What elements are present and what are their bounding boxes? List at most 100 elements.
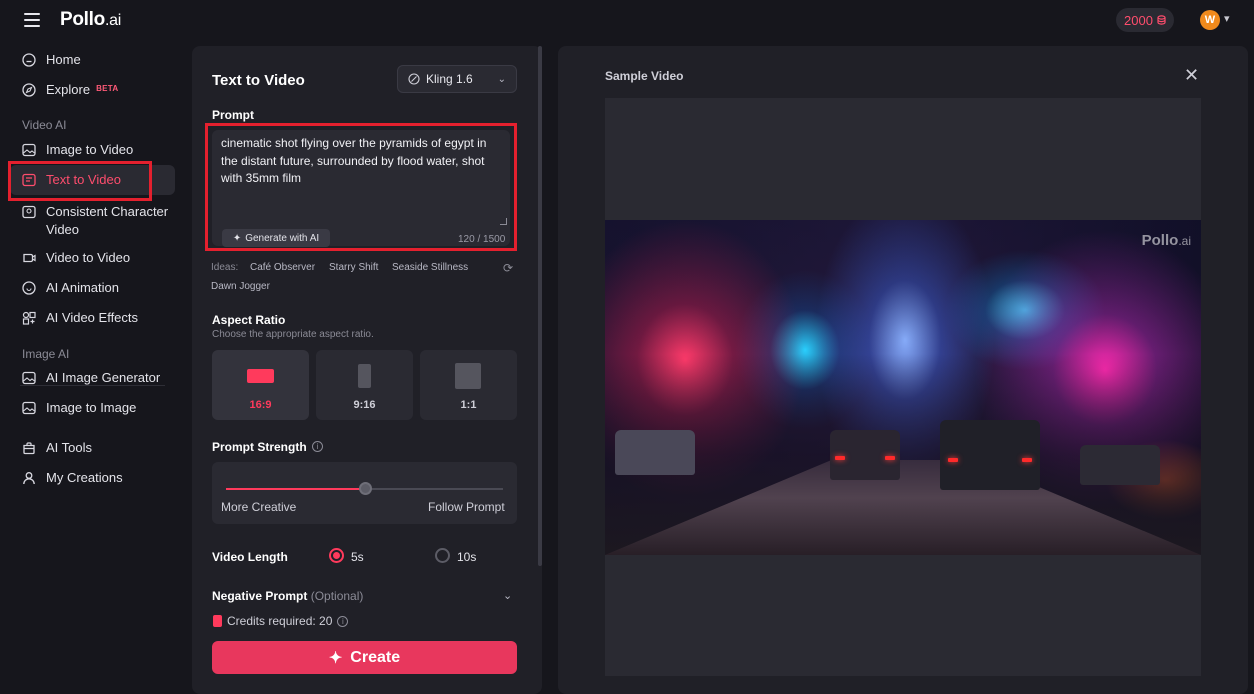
logo[interactable]: Pollo.ai (60, 9, 121, 31)
ratio-label: 16:9 (249, 399, 272, 411)
character-icon (22, 205, 36, 219)
ratio-label: 9:16 (353, 399, 376, 411)
sidebar-item-image-to-image[interactable]: Image to Image (10, 393, 175, 423)
credits-badge[interactable]: 2000 (1116, 8, 1174, 32)
top-bar: Pollo.ai 2000 W ▾ (0, 0, 1254, 42)
optional-label: (Optional) (310, 589, 364, 603)
tools-icon (22, 441, 36, 455)
avatar[interactable]: W (1200, 10, 1220, 30)
model-select[interactable]: Kling 1.6 ⌄ (397, 65, 517, 93)
chevron-down-icon[interactable]: ⌄ (503, 589, 512, 602)
sidebar-item-label: AI Video Effects (46, 310, 139, 325)
watermark-main: Pollo (1141, 232, 1179, 249)
prompt-input[interactable]: cinematic shot flying over the pyramids … (221, 135, 506, 195)
credits-required: Credits required: 20 i (213, 614, 349, 628)
model-icon (408, 73, 420, 85)
aspect-option-9-16[interactable]: 9:16 (316, 350, 413, 420)
length-radio-10s[interactable] (435, 548, 450, 563)
prompt-label: Prompt (212, 108, 254, 122)
sidebar-item-label: My Creations (46, 470, 123, 485)
page-title: Text to Video (212, 72, 305, 89)
chevron-down-icon: ⌄ (497, 73, 506, 85)
sidebar-item-label: Explore (46, 82, 91, 97)
resize-handle-icon[interactable] (500, 218, 507, 225)
sidebar-item-label: AI Tools (46, 440, 93, 455)
idea-chip[interactable]: Seaside Stillness (392, 262, 468, 273)
section-video-ai: Video AI (22, 118, 67, 132)
sidebar-item-consistent-character[interactable]: Consistent Character Video (10, 199, 175, 239)
credits-count: 2000 (1124, 12, 1153, 28)
slider-right-label: Follow Prompt (428, 500, 505, 514)
sidebar-item-ai-video-effects[interactable]: AI Video Effects (10, 303, 175, 333)
tail-light (835, 456, 845, 460)
char-count: 120 / 1500 (458, 234, 506, 245)
slider-left-label: More Creative (221, 500, 297, 514)
negative-prompt-toggle[interactable]: Negative Prompt (Optional) (212, 589, 363, 603)
image-gen-icon (22, 371, 36, 385)
sidebar-item-home[interactable]: Home (10, 45, 175, 75)
sidebar-item-ai-image-generator[interactable]: AI Image Generator (10, 363, 175, 393)
sidebar-item-my-creations[interactable]: My Creations (10, 463, 175, 493)
sidebar-item-label-line1: Consistent Character (46, 204, 169, 219)
ratio-shape (247, 369, 274, 383)
length-label-5s: 5s (351, 550, 364, 564)
chevron-down-icon[interactable]: ▾ (1224, 12, 1230, 25)
coin-icon (213, 615, 222, 627)
ratio-label: 1:1 (460, 399, 477, 411)
image-video-icon (22, 143, 36, 157)
ratio-shape (455, 363, 481, 389)
sidebar-item-label: Home (46, 52, 81, 67)
sidebar-item-explore[interactable]: Explore BETA (10, 75, 175, 105)
sample-video[interactable]: Pollo.ai (605, 220, 1201, 555)
sidebar-divider (20, 385, 165, 386)
image-image-icon (22, 401, 36, 415)
tail-light (885, 456, 895, 460)
sidebar-item-label: Consistent Character Video (46, 203, 168, 239)
watermark-suffix: .ai (1178, 234, 1191, 248)
coin-icon (1157, 15, 1166, 25)
idea-chip[interactable]: Dawn Jogger (211, 281, 270, 292)
ratio-shape (358, 364, 371, 388)
generate-with-ai-label: Generate with AI (245, 232, 320, 244)
info-icon[interactable]: i (337, 615, 349, 627)
section-image-ai: Image AI (22, 347, 70, 361)
sparkle-icon: ✦ (232, 232, 242, 244)
user-icon (22, 471, 36, 485)
aspect-ratio-label: Aspect Ratio (212, 313, 286, 327)
car-shape (940, 420, 1040, 490)
sidebar-item-video-to-video[interactable]: Video to Video (10, 243, 175, 273)
menu-icon[interactable] (24, 13, 40, 27)
form-scrollbar[interactable] (538, 46, 542, 566)
sidebar-item-ai-tools[interactable]: AI Tools (10, 433, 175, 463)
length-radio-5s[interactable] (329, 548, 344, 563)
car-shape (1080, 445, 1160, 485)
create-button[interactable]: ✦ Create (212, 641, 517, 674)
logo-main: Pollo (60, 9, 105, 30)
aspect-option-16-9[interactable]: 16:9 (212, 350, 309, 420)
effects-icon (22, 311, 36, 325)
aspect-option-1-1[interactable]: 1:1 (420, 350, 517, 420)
slider-thumb[interactable] (358, 482, 372, 495)
logo-suffix: .ai (104, 12, 121, 29)
video-length-label: Video Length (212, 550, 288, 564)
sidebar-item-label: AI Animation (46, 280, 119, 295)
close-icon[interactable]: ✕ (1184, 66, 1199, 84)
sidebar-item-label-line2: Video (46, 222, 80, 237)
sidebar-item-image-to-video[interactable]: Image to Video (10, 135, 175, 165)
idea-chip[interactable]: Café Observer (250, 262, 315, 273)
sidebar-item-ai-animation[interactable]: AI Animation (10, 273, 175, 303)
sidebar-item-text-to-video[interactable]: Text to Video (8, 161, 175, 201)
idea-chip[interactable]: Starry Shift (329, 262, 378, 273)
generate-with-ai-button[interactable]: ✦ Generate with AI (222, 229, 330, 247)
prompt-strength-slider[interactable] (226, 482, 503, 495)
model-value: Kling 1.6 (426, 72, 473, 86)
refresh-icon[interactable]: ⟳ (503, 261, 513, 275)
info-icon[interactable]: i (312, 441, 323, 452)
compass-icon (22, 83, 36, 97)
preview-title: Sample Video (605, 69, 684, 83)
credits-required-text: Credits required: 20 (227, 614, 333, 628)
length-label-10s: 10s (457, 550, 477, 564)
sidebar-item-label: Text to Video (46, 172, 121, 187)
car-shape (830, 430, 900, 480)
car-shape (615, 430, 695, 475)
